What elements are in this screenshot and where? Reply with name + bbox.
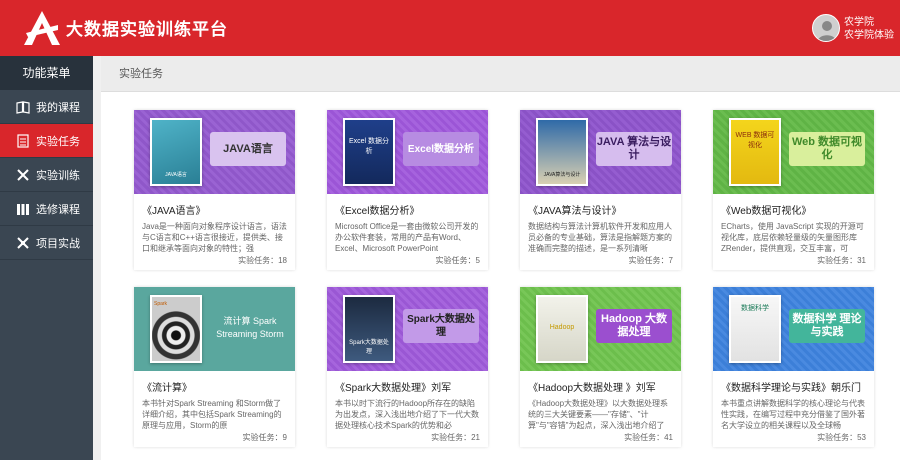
task-count: 实验任务：9: [242, 433, 287, 442]
book-cover-image: Spark: [150, 295, 202, 363]
sidebar-item-label: 选修课程: [36, 203, 80, 216]
course-cover: Excel 数据分析 Excel数据分析: [327, 110, 488, 194]
book-title: Spark大数据处理: [349, 340, 389, 355]
course-title: 《Excel数据分析》: [335, 206, 420, 217]
user-name: 农学院: [844, 17, 874, 28]
course-cover: JAVA语言 JAVA语言: [134, 110, 295, 194]
book-title: WEB 数据可视化: [735, 132, 775, 149]
sidebar-item-training[interactable]: 实验训练: [0, 158, 93, 192]
breadcrumb: 实验任务: [101, 56, 900, 92]
task-grid: JAVA语言 JAVA语言 《JAVA语言》 Java是一种面向对象程序设计语言…: [101, 92, 900, 460]
sidebar-title: 功能菜单: [0, 56, 93, 90]
library-icon: [17, 203, 29, 215]
course-banner: JAVA 算法与设计: [596, 132, 672, 166]
sidebar-item-label: 我的课程: [36, 101, 80, 114]
book-cover-image: WEB 数据可视化: [729, 118, 781, 186]
course-title: 《流计算》: [142, 383, 192, 394]
task-count: 实验任务：7: [628, 256, 673, 265]
book-cover-image: Spark大数据处理: [343, 295, 395, 363]
course-card-web-visualization[interactable]: WEB 数据可视化 Web 数据可视化 《Web数据可视化》 ECharts，使…: [713, 110, 874, 270]
sidebar-item-projects[interactable]: 项目实战: [0, 226, 93, 260]
course-banner: 数据科学 理论与实践: [789, 309, 865, 343]
course-banner: Spark大数据处理: [403, 309, 479, 343]
course-description: 本书以时下流行的Hadoop所存在的缺陷为出发点，深入浅出地介绍了下一代大数据处…: [335, 399, 479, 430]
book-title: 数据科学: [741, 305, 769, 312]
user-info[interactable]: 农学院 农学院体验: [844, 16, 894, 42]
course-description: Java是一种面向对象程序设计语言，语法与C语言和C++语言很接近，提供类、接口…: [142, 222, 287, 253]
course-description: 本书针对Spark Streaming 和Storm做了详细介绍，其中包括Spa…: [142, 399, 282, 430]
sidebar-item-electives[interactable]: 选修课程: [0, 192, 93, 226]
course-card-java-algorithm[interactable]: JAVA算法与设计 JAVA 算法与设计 《JAVA算法与设计》 数据结构与算法…: [520, 110, 681, 270]
sidebar-item-label: 实验训练: [36, 169, 80, 182]
sidebar-item-my-courses[interactable]: 我的课程: [0, 90, 93, 124]
user-org: 农学院体验: [844, 30, 894, 41]
course-description: 数据结构与算法计算机软件开发和应用人员必备的专业基础，算法是指解题方案的准确而完…: [528, 222, 672, 253]
course-cover: Spark 流计算 Spark Streaming Storm: [134, 287, 295, 371]
course-card-hadoop[interactable]: Hadoop Hadoop 大数据处理 《Hadoop大数据处理 》刘军 《Ha…: [520, 287, 681, 447]
top-header: 大数据实验训练平台 农学院 农学院体验: [0, 0, 900, 56]
course-title: 《Spark大数据处理》刘军: [335, 383, 452, 394]
course-cover: Spark大数据处理 Spark大数据处理: [327, 287, 488, 371]
sidebar-item-label: 实验任务: [36, 135, 80, 148]
sidebar-item-label: 项目实战: [36, 237, 80, 250]
book-title: Spark: [154, 301, 168, 307]
course-description: 本书重点讲解数据科学的核心理论与代表性实践，在编写过程中充分借鉴了国外著名大学设…: [721, 399, 865, 430]
book-cover-image: JAVA算法与设计: [536, 118, 588, 186]
tools-icon: [17, 168, 29, 181]
course-title: 《Web数据可视化》: [721, 206, 812, 217]
task-count: 实验任务：41: [624, 433, 673, 442]
course-description: ECharts，使用 JavaScript 实现的开源可视化库，底层依赖轻量级的…: [721, 222, 864, 253]
course-banner: Excel数据分析: [403, 132, 479, 166]
course-banner: 流计算 Spark Streaming Storm: [216, 316, 284, 339]
task-count: 实验任务：53: [817, 433, 866, 442]
book-cover-image: JAVA语言: [150, 118, 202, 186]
course-banner: JAVA语言: [210, 132, 286, 166]
course-card-spark[interactable]: Spark大数据处理 Spark大数据处理 《Spark大数据处理》刘军 本书以…: [327, 287, 488, 447]
task-count: 实验任务：21: [431, 433, 480, 442]
sidebar-item-tasks[interactable]: 实验任务: [0, 124, 93, 158]
sidebar: 功能菜单 我的课程 实验任务 实验训练 选修课程 项目实战: [0, 56, 93, 460]
user-icon: [817, 21, 837, 41]
course-card-data-science[interactable]: 数据科学 数据科学 理论与实践 《数据科学理论与实践》朝乐门 本书重点讲解数据科…: [713, 287, 874, 447]
course-cover: WEB 数据可视化 Web 数据可视化: [713, 110, 874, 194]
list-icon: [17, 133, 29, 148]
task-count: 实验任务：31: [817, 256, 866, 265]
course-description: Microsoft Office是一套由微软公司开发的办公软件套装，常用的产品有…: [335, 222, 479, 253]
logo-icon: [24, 11, 60, 45]
book-title: Hadoop: [549, 324, 575, 331]
course-cover: JAVA算法与设计 JAVA 算法与设计: [520, 110, 681, 194]
book-title: JAVA算法与设计: [543, 172, 581, 178]
course-title: 《Hadoop大数据处理 》刘军: [528, 383, 656, 394]
course-banner: Web 数据可视化: [789, 132, 865, 166]
task-count: 实验任务：5: [435, 256, 480, 265]
course-cover: Hadoop Hadoop 大数据处理: [520, 287, 681, 371]
book-title: Excel 数据分析: [348, 138, 390, 155]
course-description: 《Hadoop大数据处理》以大数据处理系统的三大关键要素——"存储"、"计算"与…: [528, 399, 669, 430]
book-cover-image: 数据科学: [729, 295, 781, 363]
user-avatar[interactable]: [812, 14, 840, 42]
course-card-excel[interactable]: Excel 数据分析 Excel数据分析 《Excel数据分析》 Microso…: [327, 110, 488, 270]
course-card-java[interactable]: JAVA语言 JAVA语言 《JAVA语言》 Java是一种面向对象程序设计语言…: [134, 110, 295, 270]
crossed-tools-icon: [17, 236, 29, 249]
book-cover-image: Excel 数据分析: [343, 118, 395, 186]
course-title: 《数据科学理论与实践》朝乐门: [721, 383, 861, 394]
app-title: 大数据实验训练平台: [66, 20, 228, 39]
course-card-stream-computing[interactable]: Spark 流计算 Spark Streaming Storm 《流计算》 本书…: [134, 287, 295, 447]
book-title: JAVA语言: [165, 172, 187, 178]
book-cover-image: Hadoop: [536, 295, 588, 363]
course-banner: Hadoop 大数据处理: [596, 309, 672, 343]
task-count: 实验任务：18: [238, 256, 287, 265]
course-cover: 数据科学 数据科学 理论与实践: [713, 287, 874, 371]
course-title: 《JAVA语言》: [142, 206, 206, 217]
course-title: 《JAVA算法与设计》: [528, 206, 622, 217]
book-icon: [16, 100, 30, 114]
